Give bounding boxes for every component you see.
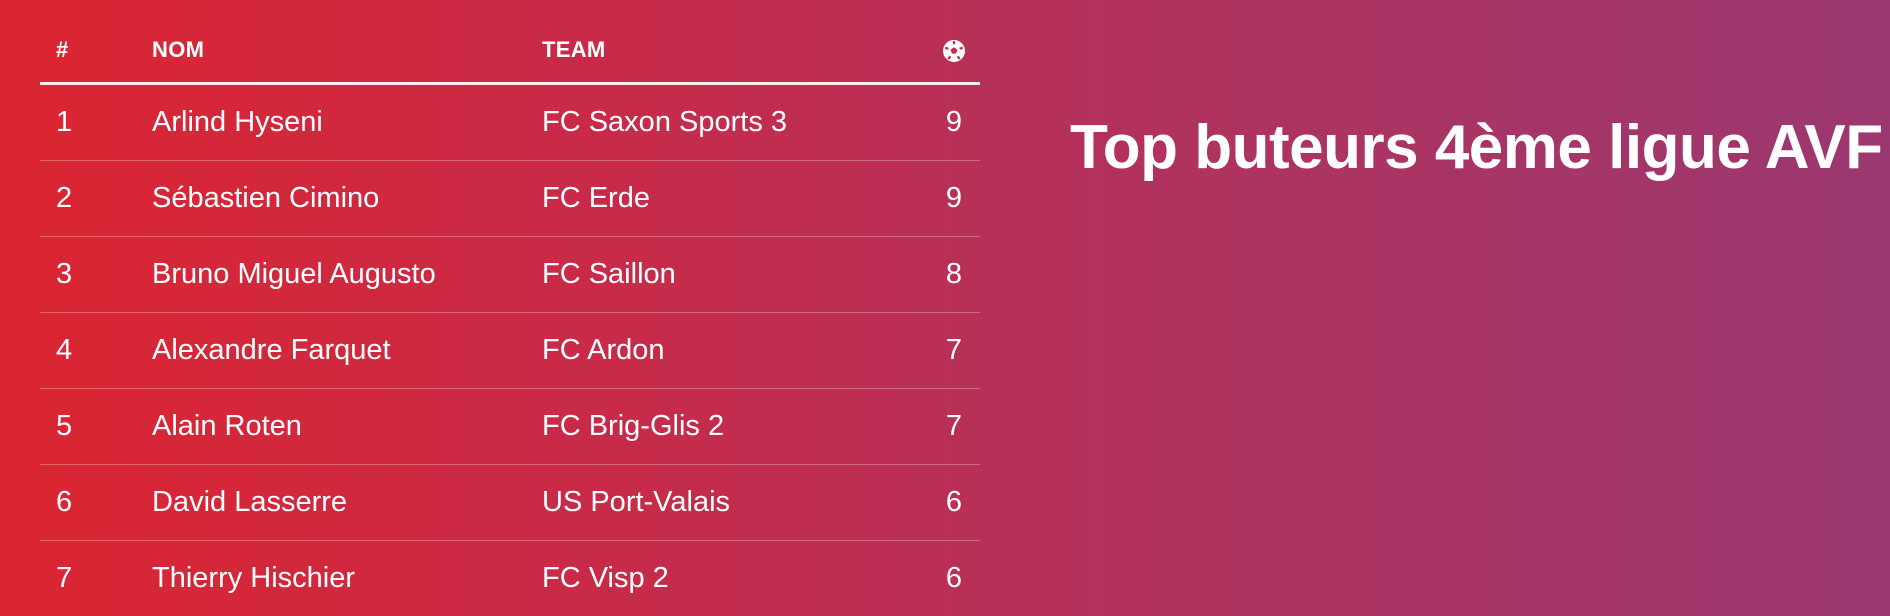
row-goals: 6 — [945, 562, 963, 594]
row-team-name: FC Erde — [542, 160, 932, 237]
row-team-name: FC Ardon — [542, 312, 932, 389]
row-player-name: Alexandre Farquet — [152, 312, 542, 389]
row-team-name: FC Brig-Glis 2 — [542, 388, 932, 465]
soccer-ball-icon — [943, 40, 965, 63]
table-row: 2 Sébastien Cimino FC Erde 9 — [40, 160, 980, 237]
page-title: Top buteurs 4ème ligue AVF — [1070, 113, 1883, 182]
row-team-name: FC Saxon Sports 3 — [542, 83, 932, 161]
row-rank: 6 — [40, 464, 152, 541]
row-rank: 5 — [40, 388, 152, 465]
row-goals: 7 — [932, 312, 980, 389]
top-scorers-table: # NOM TEAM 1 Arlind Hyseni FC Saxon Sports… — [40, 18, 980, 616]
header-name: NOM — [152, 18, 542, 85]
table-row: 4 Alexandre Farquet FC Ardon 7 — [40, 312, 980, 389]
row-goals: 6 — [932, 464, 980, 541]
row-player-name: Alain Roten — [152, 388, 542, 465]
header-rank: # — [40, 18, 152, 85]
table-row: 7 Thierry Hischier FC Visp 2 6 — [40, 541, 980, 616]
row-goals: 9 — [932, 83, 980, 161]
table-row: 1 Arlind Hyseni FC Saxon Sports 39 — [40, 83, 980, 161]
row-rank: 7 — [56, 562, 73, 594]
row-team-name: FC Saillon — [542, 236, 932, 313]
row-player-name: Thierry Hischier — [152, 562, 356, 594]
row-player-name: Arlind Hyseni — [152, 83, 542, 161]
row-rank: 1 — [40, 83, 152, 161]
table-body: 1 Arlind Hyseni FC Saxon Sports 3 9 2 Sébasti… — [40, 83, 980, 616]
table-row: 6 David Lasserre US Port-Valais 6 — [40, 464, 980, 541]
table-row: 3 Bruno Miguel Augusto FC Saillon 8 — [40, 236, 980, 313]
row-rank: 2 — [40, 160, 152, 237]
row-rank: 3 — [40, 236, 152, 313]
row-rank: 4 — [40, 312, 152, 389]
row-goals: 9 — [932, 160, 980, 237]
row-goals: 7 — [932, 388, 980, 465]
row-goals: 8 — [932, 236, 980, 313]
row-player-name: Sébastien Cimino — [152, 160, 542, 237]
header-team: TEAM — [542, 18, 932, 85]
row-player-name: David Lasserre — [152, 464, 542, 541]
header-goals — [932, 18, 980, 85]
row-team-name: US Port-Valais — [542, 464, 932, 541]
table-row: 5 Alain Roten FC Brig-Glis 27 — [40, 388, 980, 465]
row-team-name: FC Visp 2 — [542, 562, 669, 594]
table-header-row: # NOM TEAM — [40, 18, 980, 85]
row-player-name: Bruno Miguel Augusto — [152, 236, 542, 313]
